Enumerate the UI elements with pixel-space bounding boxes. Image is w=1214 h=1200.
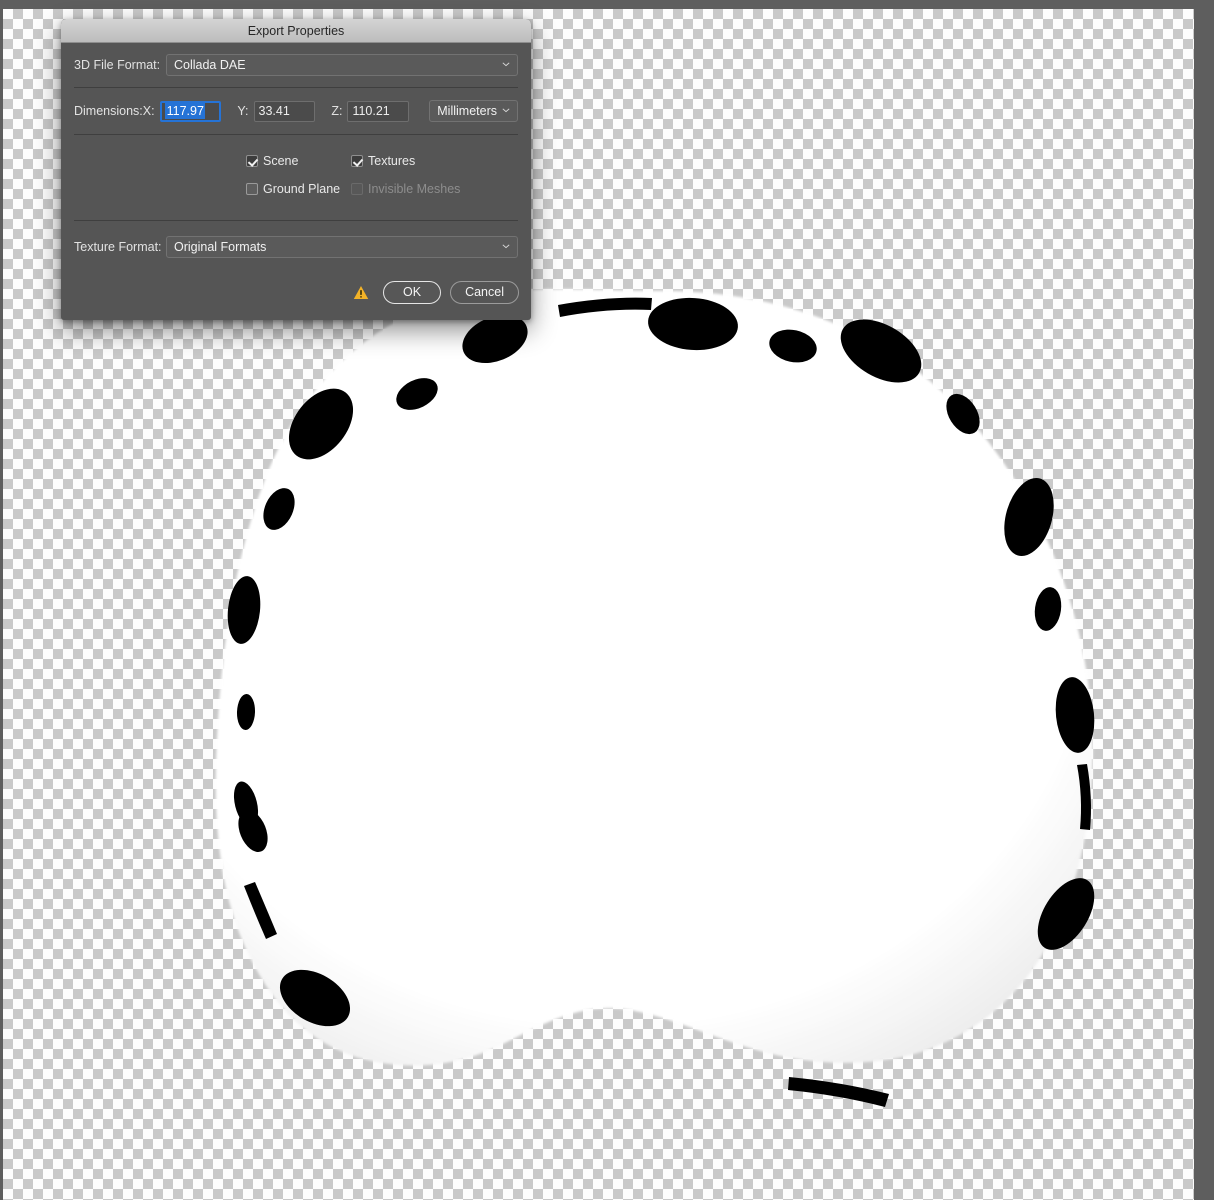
document-canvas[interactable]: Export Properties 3D File Format: Collad… [0,0,1214,1200]
checkbox-textures[interactable]: Textures [351,154,415,168]
dialog-titlebar[interactable]: Export Properties [61,19,531,43]
dimension-units-value: Millimeters [437,104,497,118]
options-row-1: Scene Textures [61,154,531,168]
dimension-z-value: 110.21 [352,104,390,118]
dialog-footer: OK Cancel [61,272,531,320]
checkbox-scene-label: Scene [263,154,299,168]
file-format-label: 3D File Format: [74,58,161,72]
texture-format-label: Texture Format: [74,239,162,254]
ok-button[interactable]: OK [383,280,442,304]
options-group: Scene Textures Ground Plane Invisible Me [61,135,531,220]
dimension-z-label: Z: [331,104,343,118]
dialog-body: 3D File Format: Collada DAE Dimensions: … [61,43,531,320]
dimension-x-label: X: [142,104,155,118]
checkbox-textures-box[interactable] [351,155,363,167]
checkbox-ground-plane-box[interactable] [246,183,258,195]
warning-triangle-icon [353,285,369,300]
checkbox-ground-plane[interactable]: Ground Plane [246,182,351,196]
checkbox-textures-label: Textures [368,154,416,168]
dimension-y-label: Y: [237,104,249,118]
dimension-z-input[interactable]: 110.21 [347,100,410,122]
texture-format-value: Original Formats [174,239,267,254]
checkbox-scene-box[interactable] [246,155,258,167]
dimension-units-select[interactable]: Millimeters [429,100,518,122]
dimension-y-input[interactable]: 33.41 [253,100,316,122]
chevron-down-icon [502,242,510,250]
texture-format-select[interactable]: Original Formats [166,235,518,258]
checkbox-ground-plane-label: Ground Plane [263,182,341,196]
options-row-2: Ground Plane Invisible Meshes [61,182,531,196]
checkbox-invisible-meshes: Invisible Meshes [351,182,460,196]
dimension-y-value: 33.41 [258,104,290,118]
chevron-down-icon [502,60,510,68]
dialog-title: Export Properties [247,23,345,38]
file-format-row: 3D File Format: Collada DAE [61,43,531,87]
cancel-button-label: Cancel [465,285,504,299]
dimensions-label: Dimensions: [74,104,143,118]
checkbox-invisible-meshes-label: Invisible Meshes [368,182,461,196]
ok-button-label: OK [403,285,422,299]
dimension-x-value: 117.97 [164,103,205,119]
dimensions-row: Dimensions: X: 117.97 Y: 33.41 Z: 110.21… [61,88,531,134]
checkbox-invisible-meshes-box [351,183,363,195]
chevron-down-icon [502,106,510,114]
file-format-value: Collada DAE [174,58,246,72]
texture-format-row: Texture Format: Original Formats [61,221,531,272]
checkbox-scene[interactable]: Scene [246,154,351,168]
file-format-select[interactable]: Collada DAE [166,54,518,76]
export-properties-dialog[interactable]: Export Properties 3D File Format: Collad… [61,19,531,320]
cancel-button[interactable]: Cancel [450,280,519,304]
dimension-x-input[interactable]: 117.97 [159,100,222,122]
